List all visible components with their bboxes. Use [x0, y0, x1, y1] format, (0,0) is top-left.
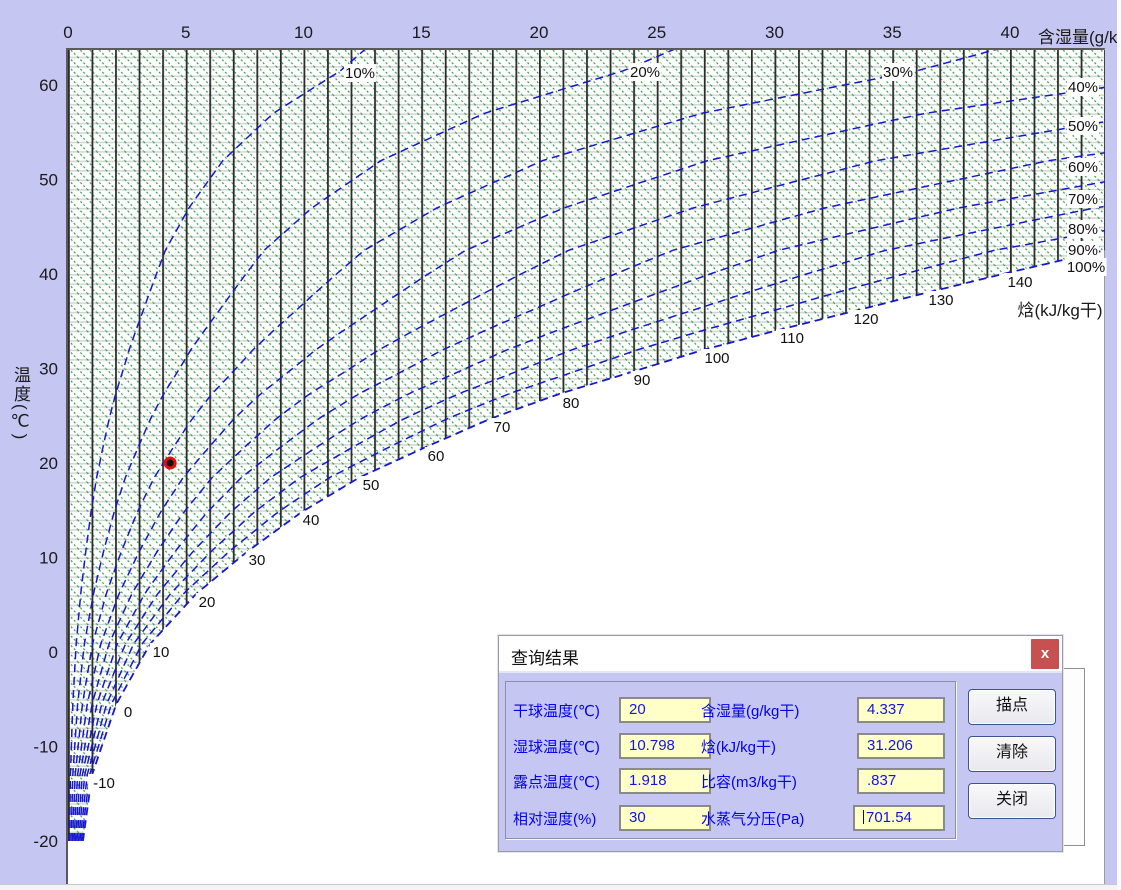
enthalpy-label-90: 90: [634, 372, 651, 389]
dry-bulb-field[interactable]: 20: [619, 697, 711, 723]
rh-label-10pct: 10%: [345, 65, 375, 82]
rh-label-90pct: 90%: [1068, 242, 1098, 259]
enthalpy-label-120: 120: [853, 311, 878, 328]
x-tick-label: 35: [883, 23, 902, 42]
rh-label-50pct: 50%: [1068, 118, 1098, 135]
enthalpy-label-100: 100: [704, 350, 729, 367]
y-tick-label: -20: [33, 832, 58, 851]
x-tick-label: 5: [181, 23, 190, 42]
close-button[interactable]: 关闭: [968, 783, 1056, 819]
enthalpy-label-50: 50: [363, 477, 380, 494]
rel-humidity-label: 相对湿度(%): [513, 808, 596, 829]
y-tick-label: 10: [39, 549, 58, 568]
specific-volume-label: 比容(m3/kg干): [701, 771, 797, 792]
rel-humidity-field[interactable]: 30: [619, 805, 711, 831]
x-tick-label: 15: [412, 23, 431, 42]
enthalpy-label-60: 60: [428, 448, 445, 465]
enthalpy-label--10: -10: [93, 775, 115, 792]
enthalpy-axis-title: 焓(kJ/kg干): [1018, 301, 1103, 320]
plot-point-button[interactable]: 描点: [968, 689, 1056, 725]
rh-label-30pct: 30%: [883, 64, 913, 81]
x-tick-label: 20: [530, 23, 549, 42]
x-tick-label: 10: [294, 23, 313, 42]
clear-button[interactable]: 清除: [968, 736, 1056, 772]
x-tick-label: 0: [63, 23, 72, 42]
text-cursor: [863, 810, 864, 824]
y-tick-label: 0: [49, 643, 58, 662]
dry-bulb-label: 干球温度(℃): [513, 700, 600, 721]
enthalpy-label-80: 80: [563, 395, 580, 412]
y-tick-label: 40: [39, 265, 58, 284]
close-icon[interactable]: x: [1031, 639, 1059, 669]
wet-bulb-label: 湿球温度(℃): [513, 736, 600, 757]
rh-label-70pct: 70%: [1068, 191, 1098, 208]
dialog-titlebar[interactable]: 查询结果: [499, 636, 1062, 673]
app-window: 05101520253035406050403020100-10-2010%20…: [0, 0, 1121, 890]
enthalpy-label-130: 130: [928, 292, 953, 309]
rh-label-60pct: 60%: [1068, 159, 1098, 176]
wet-bulb-field[interactable]: 10.798: [619, 733, 711, 759]
dew-point-field[interactable]: 1.918: [619, 768, 711, 794]
query-point-marker: [164, 457, 177, 470]
rh-label-20pct: 20%: [630, 64, 660, 81]
rh-label-100pct: 100%: [1067, 259, 1105, 276]
enthalpy-field[interactable]: 31.206: [857, 733, 945, 759]
y-tick-label: 50: [39, 171, 58, 190]
enthalpy-label-10: 10: [153, 644, 170, 661]
enthalpy-label-40: 40: [303, 512, 320, 529]
y-tick-label: 30: [39, 360, 58, 379]
y-tick-label: 60: [39, 76, 58, 95]
rh-label-80pct: 80%: [1068, 221, 1098, 238]
vapor-pressure-field[interactable]: 701.54: [853, 805, 945, 831]
query-result-dialog: 查询结果 x 干球温度(℃) 20 湿球温度(℃) 10.798 露点温度(℃)…: [498, 635, 1063, 852]
x-tick-label: 30: [765, 23, 784, 42]
moisture-label: 含湿量(g/kg干): [701, 700, 799, 721]
vapor-pressure-label: 水蒸气分压(Pa): [701, 808, 804, 829]
y-tick-label: -10: [33, 738, 58, 757]
bottom-strip: [0, 884, 1121, 890]
rh-label-40pct: 40%: [1068, 79, 1098, 96]
right-edge-sliver: [1117, 0, 1121, 890]
dew-point-label: 露点温度(℃): [513, 771, 600, 792]
y-tick-label: 20: [39, 454, 58, 473]
enthalpy-label-30: 30: [249, 552, 266, 569]
y-axis-title: 温度(℃): [8, 366, 33, 441]
dialog-title: 查询结果: [511, 644, 579, 669]
x-tick-label: 25: [647, 23, 666, 42]
enthalpy-label-0: 0: [124, 704, 132, 721]
x-axis-title: 含湿量(g/kg干): [1038, 23, 1121, 48]
enthalpy-label: 焓(kJ/kg干): [701, 736, 776, 757]
specific-volume-field[interactable]: .837: [857, 768, 945, 794]
moisture-field[interactable]: 4.337: [857, 697, 945, 723]
enthalpy-label-140: 140: [1007, 274, 1032, 291]
enthalpy-label-110: 110: [780, 330, 804, 347]
x-tick-label: 40: [1001, 23, 1020, 42]
enthalpy-label-70: 70: [494, 419, 511, 436]
enthalpy-label-20: 20: [199, 594, 216, 611]
